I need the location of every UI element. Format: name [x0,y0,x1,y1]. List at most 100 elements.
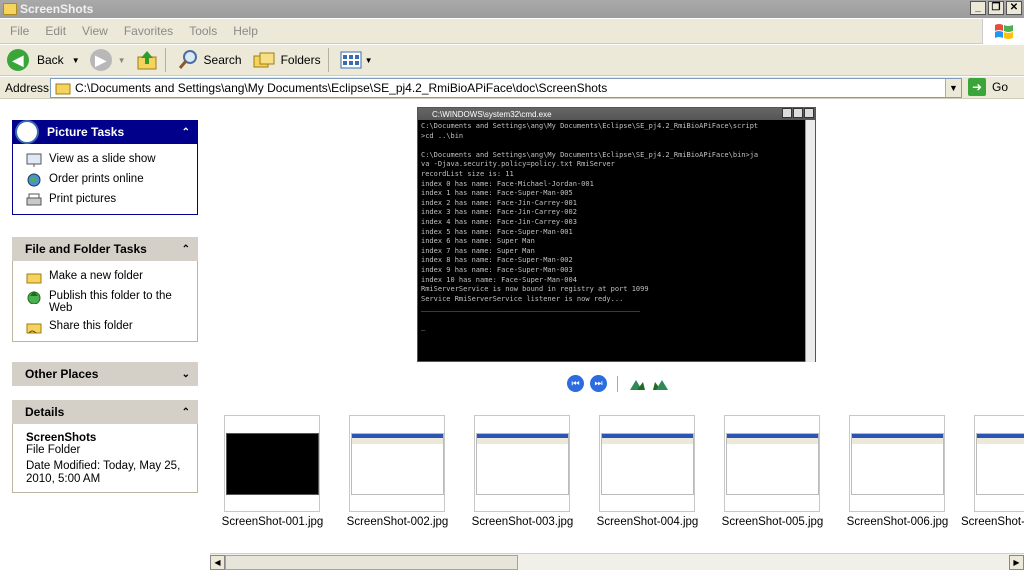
next-image-icon[interactable]: ⏭ [590,375,607,392]
forward-button[interactable]: ▶ ▼ [87,47,129,73]
thumbnail-label[interactable]: ScreenShot-004.jpg [585,516,710,528]
collapse-icon[interactable]: ⌃ [182,407,190,418]
back-arrow-icon: ◀ [7,49,29,71]
menu-favorites[interactable]: Favorites [124,24,173,38]
share-folder-icon [26,323,42,334]
close-button[interactable]: ✕ [1006,1,1022,15]
folders-icon [253,52,275,68]
other-places-header[interactable]: Other Places ⌄ [12,362,198,386]
thumbnail-image [476,433,569,495]
scroll-right-icon[interactable]: ▶ [1009,555,1024,570]
printer-icon [26,193,42,206]
cmd-close-icon [804,108,814,118]
menu-help[interactable]: Help [233,24,258,38]
menu-view[interactable]: View [82,24,108,38]
address-label: Address [5,80,50,95]
up-folder-button[interactable] [133,47,161,73]
search-icon [178,50,197,69]
thumbnail[interactable] [724,415,820,512]
picture-tasks-title: Picture Tasks [47,125,125,139]
collapse-icon[interactable]: ⌃ [182,127,190,138]
windows-logo-icon [982,19,1024,44]
thumbnail[interactable] [849,415,945,512]
title-bar: ScreenShots _ ❐ ✕ [0,0,1024,18]
rotate-clockwise-icon[interactable] [628,377,646,391]
toolbar-separator [164,48,166,72]
cmd-maximize-icon [793,108,803,118]
picture-tasks-pane: Picture Tasks ⌃ View as a slide show Ord… [12,120,198,215]
folder-icon [3,3,17,15]
collapse-icon[interactable]: ⌃ [182,244,190,255]
globe-icon [27,173,41,187]
search-button[interactable]: Search [174,47,245,73]
minimize-button[interactable]: _ [970,1,986,15]
details-name: ScreenShots [26,432,97,444]
cmd-minimize-icon [782,108,792,118]
go-arrow-icon: ➜ [968,78,986,96]
menu-edit[interactable]: Edit [45,24,66,38]
thumbnail[interactable] [474,415,570,512]
scroll-thumb[interactable] [225,555,518,570]
make-new-folder-link[interactable]: Make a new folder [13,267,197,287]
details-modified: Date Modified: Today, May 25, 2010, 5:00… [26,460,181,485]
cmd-scrollbar [805,120,815,362]
folder-icon [55,83,71,95]
rotate-counterclockwise-icon[interactable] [652,377,670,391]
back-label: Back [37,53,64,67]
file-folder-tasks-title: File and Folder Tasks [25,242,147,256]
thumbnail-image [226,433,319,495]
forward-arrow-icon: ▶ [89,49,112,71]
thumbnail-image [601,433,694,495]
back-button[interactable]: ◀ Back ▼ [4,47,83,73]
thumbnail-label[interactable]: ScreenShot-007.jpg [960,516,1024,528]
chevron-down-icon[interactable]: ▼ [72,56,80,65]
menu-file[interactable]: File [10,24,29,38]
chevron-down-icon[interactable]: ▼ [945,79,961,97]
new-folder-icon [26,273,42,284]
picture-tasks-icon [15,120,39,144]
menu-tools[interactable]: Tools [189,24,217,38]
view-slide-show-link[interactable]: View as a slide show [13,150,197,170]
details-pane: Details ⌃ ScreenShots File Folder Date M… [12,400,198,493]
thumbnail[interactable] [599,415,695,512]
views-icon [340,51,362,69]
thumbnail-label[interactable]: ScreenShot-001.jpg [210,516,335,528]
thumbnail-label[interactable]: ScreenShot-002.jpg [335,516,460,528]
toolbar: ◀ Back ▼ ▶ ▼ Search Folders ▼ [0,45,1024,76]
thumbnail-label[interactable]: ScreenShot-003.jpg [460,516,585,528]
cmd-output: C:\Documents and Settings\ang\My Documen… [421,122,759,332]
go-label: Go [992,80,1009,94]
cmd-title-bar: C:\WINDOWS\system32\cmd.exe [418,108,815,120]
thumbnail-image [351,433,444,495]
scroll-left-icon[interactable]: ◀ [210,555,225,570]
horizontal-scrollbar[interactable]: ◀ ▶ [210,553,1024,570]
thumbnail[interactable] [349,415,445,512]
share-folder-link[interactable]: Share this folder [13,317,197,337]
go-button[interactable]: ➜ Go [968,78,1008,96]
search-label: Search [203,53,242,67]
details-header[interactable]: Details ⌃ [12,400,198,424]
file-folder-tasks-header[interactable]: File and Folder Tasks ⌃ [12,237,198,261]
expand-icon[interactable]: ⌄ [182,369,190,380]
views-button[interactable]: ▼ [337,47,376,73]
maximize-button[interactable]: ❐ [988,1,1004,15]
chevron-down-icon[interactable]: ▼ [118,56,126,65]
thumbnail[interactable] [224,415,320,512]
thumbnail[interactable] [974,415,1024,512]
controls-separator [617,375,618,392]
publish-folder-link[interactable]: Publish this folder to the Web [13,287,197,317]
thumbnail-image [726,433,819,495]
order-prints-link[interactable]: Order prints online [13,170,197,190]
thumbnail-label[interactable]: ScreenShot-005.jpg [710,516,835,528]
picture-tasks-header[interactable]: Picture Tasks ⌃ [12,120,198,144]
address-input[interactable]: C:\Documents and Settings\ang\My Documen… [50,78,962,98]
thumbnail-label[interactable]: ScreenShot-006.jpg [835,516,960,528]
address-bar: Address C:\Documents and Settings\ang\My… [0,77,1024,99]
print-pictures-link[interactable]: Print pictures [13,190,197,210]
slideshow-icon [26,153,42,167]
chevron-down-icon[interactable]: ▼ [365,56,373,65]
previous-image-icon[interactable]: ⏮ [567,375,584,392]
other-places-title: Other Places [25,367,99,381]
toolbar-separator [327,48,329,72]
folders-button[interactable]: Folders [249,47,324,73]
